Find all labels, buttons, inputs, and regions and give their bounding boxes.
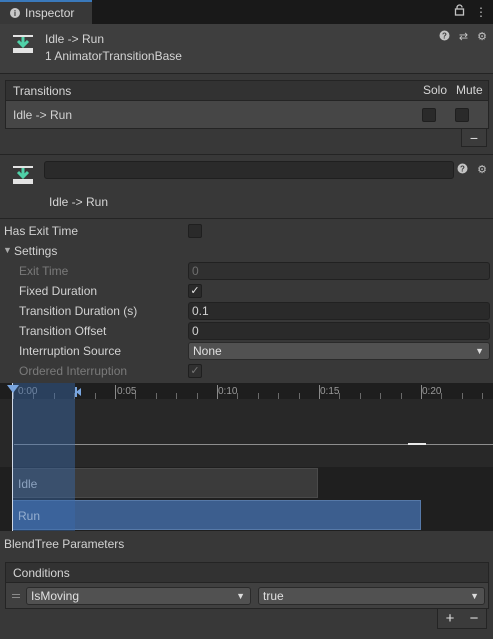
interruption-source-row: Interruption Source None ▼	[0, 341, 493, 361]
header-subtitle: 1 AnimatorTransitionBase	[45, 49, 182, 63]
condition-parameter-dropdown[interactable]: IsMoving ▼	[26, 587, 251, 605]
ordered-interruption-label: Ordered Interruption	[19, 364, 128, 378]
transition-region[interactable]	[12, 383, 75, 531]
transition-name-field[interactable]	[44, 161, 454, 179]
transition-row-label: Idle -> Run	[13, 107, 73, 122]
tick-label: 0:20	[422, 386, 442, 397]
fixed-duration-row: Fixed Duration ✓	[0, 281, 493, 301]
lock-icon[interactable]	[454, 4, 465, 20]
conditions-heading: Conditions	[13, 565, 70, 580]
preset-icon[interactable]: ⇄	[459, 30, 468, 44]
divider	[0, 218, 493, 219]
inspector-header: Idle -> Run 1 AnimatorTransitionBase ? ⇄…	[0, 24, 493, 74]
ruler-tick	[115, 385, 116, 399]
condition-row[interactable]: IsMoving ▼ true ▼	[5, 582, 489, 609]
interruption-source-label: Interruption Source	[19, 344, 122, 358]
transition-row[interactable]: Idle -> Run	[5, 100, 489, 129]
transition-offset-label: Transition Offset	[19, 324, 107, 338]
exit-time-row: Exit Time 0	[0, 261, 493, 281]
condition-value-dropdown[interactable]: true ▼	[258, 587, 485, 605]
dropdown-arrow-icon: ▼	[470, 591, 479, 601]
transition-start-marker[interactable]	[7, 385, 19, 393]
mute-checkbox[interactable]	[455, 108, 469, 122]
tick-label: 0:05	[117, 386, 137, 397]
transition-duration-field[interactable]: 0.1	[188, 302, 490, 320]
remove-condition-button[interactable]: −	[470, 610, 479, 627]
transition-section: Idle -> Run ? ⚙	[0, 155, 493, 218]
tab-inspector[interactable]: i Inspector	[0, 0, 92, 24]
fixed-duration-checkbox[interactable]: ✓	[188, 284, 202, 298]
transition-timeline[interactable]: 0:00 0:05 0:10 0:15 0:20 Idle Run	[0, 383, 493, 531]
condition-parameter-value: IsMoving	[31, 589, 80, 603]
transition-offset-field[interactable]: 0	[188, 322, 490, 340]
condition-value: true	[263, 589, 284, 603]
conditions-list: Conditions IsMoving ▼ true ▼ + −	[5, 562, 489, 632]
svg-text:?: ?	[442, 32, 447, 41]
more-menu-icon[interactable]: ⋮	[475, 4, 487, 20]
settings-foldout[interactable]: ▼ Settings	[0, 241, 493, 261]
fixed-duration-label: Fixed Duration	[19, 284, 98, 298]
transition-label: Idle -> Run	[49, 195, 109, 209]
foldout-arrow-icon: ▼	[3, 245, 12, 255]
conditions-header: Conditions	[5, 562, 489, 582]
curve-highlight	[408, 443, 426, 445]
gear-icon[interactable]: ⚙	[477, 30, 487, 44]
exit-time-label: Exit Time	[19, 264, 69, 278]
transition-duration-row: Transition Duration (s) 0.1	[0, 301, 493, 321]
header-title: Idle -> Run	[45, 32, 105, 46]
tick-label: 0:10	[218, 386, 238, 397]
dropdown-arrow-icon: ▼	[475, 346, 484, 356]
conditions-footer: + −	[437, 609, 487, 629]
drag-handle-icon[interactable]	[12, 594, 20, 598]
has-exit-time-row: Has Exit Time	[0, 221, 493, 241]
remove-transition-button[interactable]: −	[461, 129, 487, 147]
mute-heading: Mute	[456, 83, 483, 97]
dropdown-arrow-icon: ▼	[236, 591, 245, 601]
playhead[interactable]	[12, 383, 13, 531]
transition-duration-label: Transition Duration (s)	[19, 304, 138, 318]
transition-end-marker[interactable]	[75, 387, 82, 397]
gear-icon[interactable]: ⚙	[477, 163, 487, 177]
transition-offset-row: Transition Offset 0	[0, 321, 493, 341]
ordered-interruption-checkbox[interactable]: ✓	[188, 364, 202, 378]
header-icons: ? ⇄ ⚙	[439, 30, 487, 44]
interruption-source-value: None	[193, 344, 222, 358]
tab-icons: ⋮	[454, 4, 487, 20]
tick-label: 0:15	[320, 386, 340, 397]
has-exit-time-label: Has Exit Time	[4, 224, 79, 238]
solo-checkbox[interactable]	[422, 108, 436, 122]
section-icons: ? ⚙	[457, 163, 487, 177]
blendtree-parameters-label: BlendTree Parameters	[4, 537, 125, 551]
settings-label: Settings	[14, 244, 58, 258]
transitions-list: Transitions Solo Mute Idle -> Run −	[5, 80, 489, 148]
exit-time-field[interactable]: 0	[188, 262, 490, 280]
transition-icon	[12, 164, 34, 189]
transitions-header: Transitions Solo Mute	[5, 80, 489, 100]
svg-text:?: ?	[460, 165, 465, 174]
info-icon: i	[10, 8, 20, 18]
has-exit-time-checkbox[interactable]	[188, 224, 202, 238]
transition-icon	[12, 33, 34, 58]
solo-heading: Solo	[423, 83, 448, 97]
add-condition-button[interactable]: +	[446, 610, 455, 627]
transitions-heading: Transitions	[13, 83, 72, 98]
tab-title: Inspector	[25, 6, 75, 20]
help-icon[interactable]: ?	[439, 30, 450, 44]
help-icon[interactable]: ?	[457, 163, 468, 177]
ordered-interruption-row: Ordered Interruption ✓	[0, 361, 493, 381]
tab-bar: i Inspector ⋮	[0, 0, 493, 24]
interruption-source-dropdown[interactable]: None ▼	[188, 342, 490, 360]
